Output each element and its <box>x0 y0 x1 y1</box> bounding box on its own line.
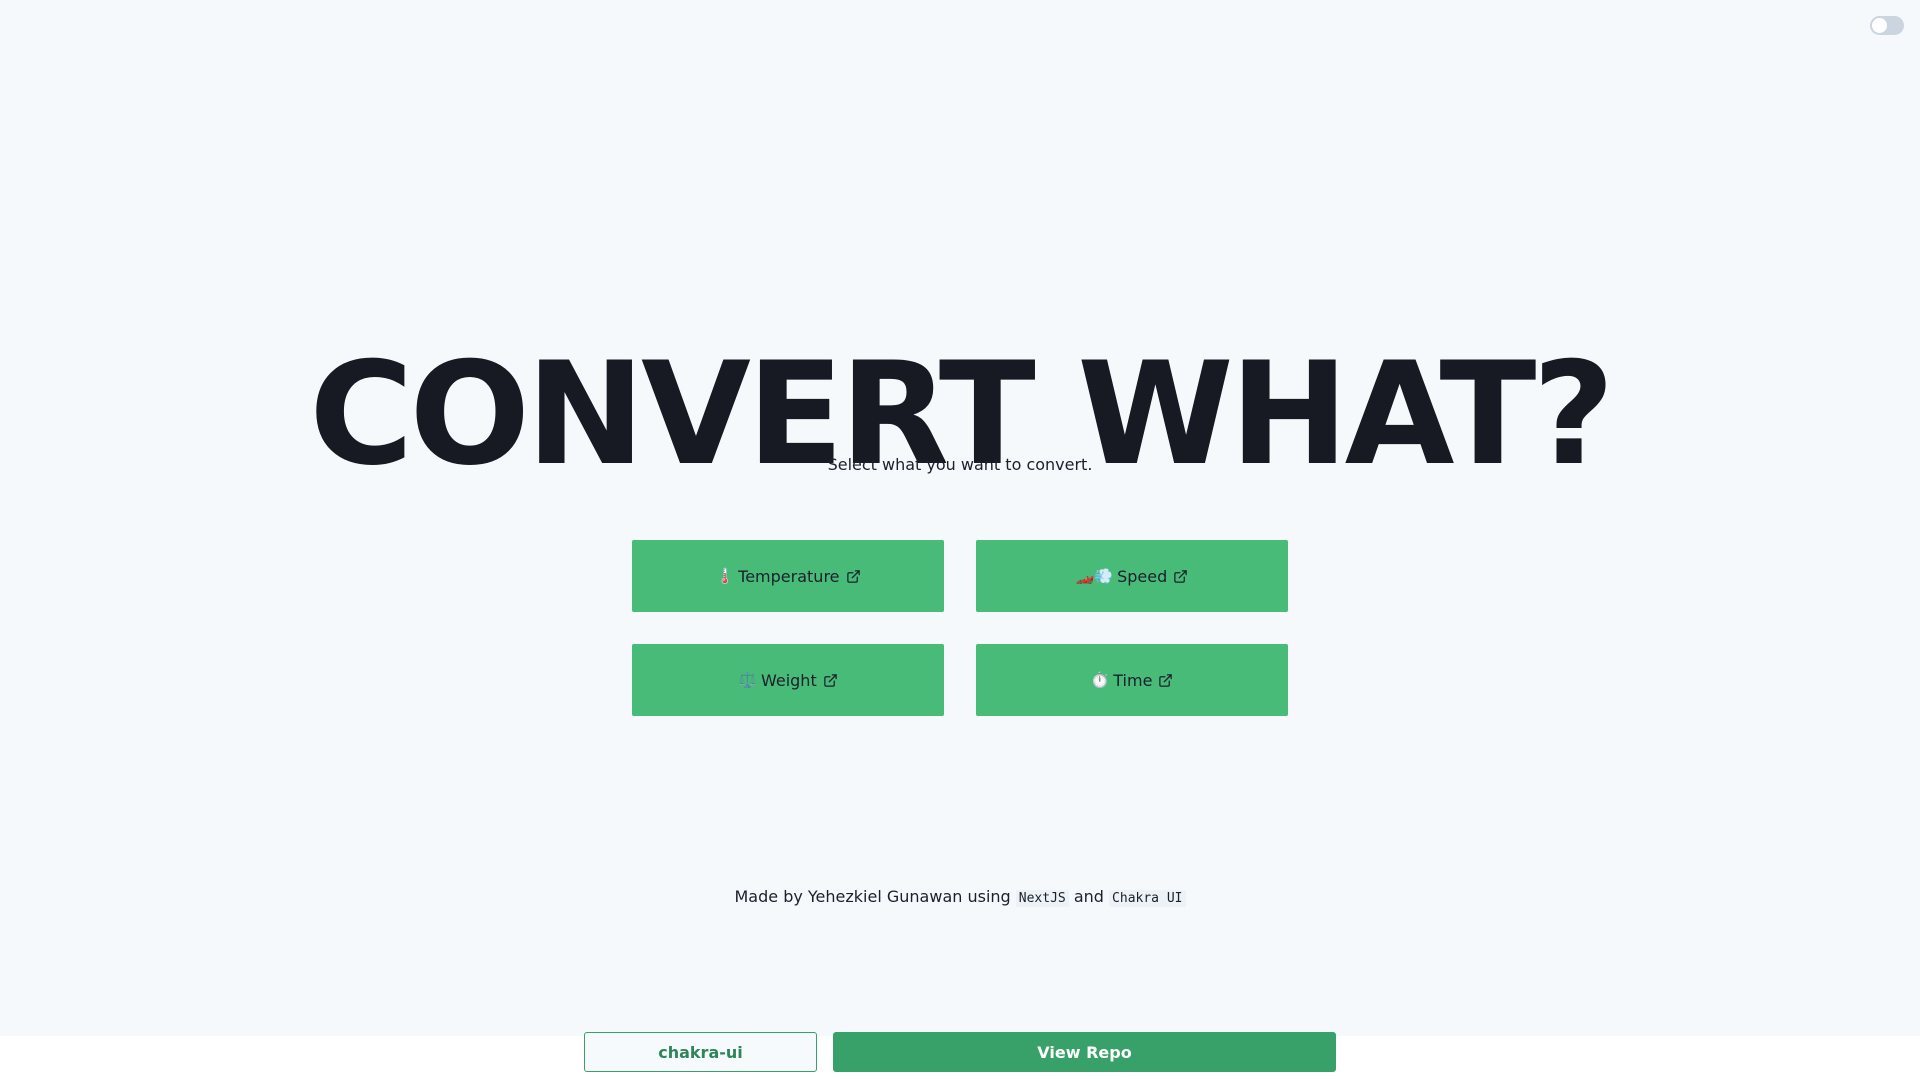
time-label: Time <box>1113 670 1153 690</box>
chakra-code: Chakra UI <box>1109 890 1186 907</box>
converter-grid: 🌡️ Temperature 🏎️💨 Speed ⚖️ Weight ⏱️ Ti… <box>632 540 1288 716</box>
weight-button[interactable]: ⚖️ Weight <box>632 644 944 716</box>
footer-prefix: Made by Yehezkiel Gunawan using <box>734 887 1011 906</box>
external-link-icon <box>1159 673 1173 687</box>
theme-toggle[interactable] <box>1870 16 1904 35</box>
external-link-icon <box>823 673 837 687</box>
toggle-knob <box>1872 18 1887 33</box>
weight-label: Weight <box>760 670 817 690</box>
chakra-ui-button[interactable]: chakra-ui <box>584 1032 817 1072</box>
temperature-label: Temperature <box>738 566 840 586</box>
page: CONVERT WHAT? Select what you want to co… <box>0 0 1920 1080</box>
nextjs-code: NextJS <box>1015 890 1069 907</box>
footer-joiner: and <box>1073 887 1104 906</box>
stopwatch-icon: ⏱️ <box>1090 671 1110 689</box>
temperature-button[interactable]: 🌡️ Temperature <box>632 540 944 612</box>
time-button[interactable]: ⏱️ Time <box>976 644 1288 716</box>
speed-button[interactable]: 🏎️💨 Speed <box>976 540 1288 612</box>
speed-label: Speed <box>1117 566 1168 586</box>
scale-icon: ⚖️ <box>738 671 757 689</box>
view-repo-button[interactable]: View Repo <box>833 1032 1336 1072</box>
external-link-icon <box>846 569 860 583</box>
external-link-icon <box>1174 569 1187 583</box>
race-car-icon: 🏎️💨 <box>1075 567 1114 585</box>
page-subtitle: Select what you want to convert. <box>827 455 1093 474</box>
footer-credit: Made by Yehezkiel Gunawan using NextJS a… <box>0 886 1920 910</box>
thermometer-icon: 🌡️ <box>715 567 735 585</box>
